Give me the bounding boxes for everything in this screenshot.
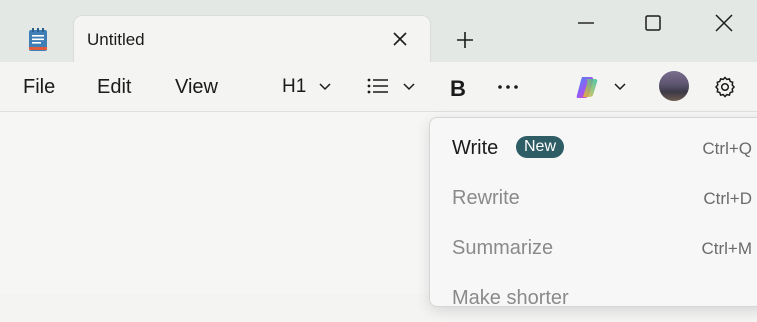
close-window-icon[interactable] bbox=[713, 12, 735, 34]
menu-item-rewrite[interactable]: Rewrite Ctrl+D bbox=[430, 176, 757, 222]
close-tab-icon[interactable] bbox=[391, 30, 409, 48]
copilot-menu: Write New Ctrl+Q Rewrite Ctrl+D Summariz… bbox=[429, 117, 757, 309]
title-bar: Untitled bbox=[0, 0, 757, 65]
menu-item-write[interactable]: Write New Ctrl+Q bbox=[430, 126, 757, 172]
menu-edit[interactable]: Edit bbox=[97, 76, 131, 99]
chevron-down-icon bbox=[403, 83, 415, 91]
menu-view[interactable]: View bbox=[175, 76, 218, 99]
rewrite-shortcut: Ctrl+D bbox=[703, 189, 752, 208]
svg-text:B: B bbox=[450, 77, 466, 99]
chevron-down-icon bbox=[319, 83, 331, 91]
menu-toolbar: File Edit View H1 B bbox=[0, 62, 757, 112]
summarize-shortcut: Ctrl+M bbox=[701, 239, 752, 258]
summarize-label: Summarize bbox=[452, 237, 554, 259]
list-dropdown[interactable] bbox=[362, 62, 422, 112]
copilot-dropdown[interactable] bbox=[570, 62, 632, 112]
avatar[interactable] bbox=[659, 71, 689, 101]
tab-untitled[interactable]: Untitled bbox=[73, 15, 431, 65]
write-label: Write bbox=[452, 137, 499, 159]
copilot-icon bbox=[576, 77, 598, 98]
chevron-down-icon bbox=[614, 83, 626, 91]
heading-label: H1 bbox=[282, 76, 307, 97]
more-options-icon[interactable] bbox=[496, 80, 520, 94]
menu-item-summarize[interactable]: Summarize Ctrl+M bbox=[430, 226, 757, 272]
new-tab-plus-icon[interactable] bbox=[454, 29, 476, 51]
bulleted-list-icon bbox=[367, 78, 388, 94]
maximize-icon[interactable] bbox=[642, 12, 664, 34]
menu-file[interactable]: File bbox=[23, 76, 55, 99]
new-badge: New bbox=[516, 136, 565, 158]
heading-dropdown[interactable]: H1 bbox=[272, 62, 342, 112]
minimize-icon[interactable] bbox=[575, 12, 597, 34]
menu-item-make-shorter[interactable]: Make shorter bbox=[430, 276, 757, 322]
gear-icon[interactable] bbox=[713, 75, 737, 99]
bold-icon[interactable]: B bbox=[447, 77, 469, 99]
make-shorter-label: Make shorter bbox=[452, 287, 569, 309]
tab-title: Untitled bbox=[87, 30, 145, 49]
rewrite-label: Rewrite bbox=[452, 187, 520, 209]
write-shortcut: Ctrl+Q bbox=[702, 139, 752, 158]
notepad-app-icon bbox=[29, 28, 47, 51]
